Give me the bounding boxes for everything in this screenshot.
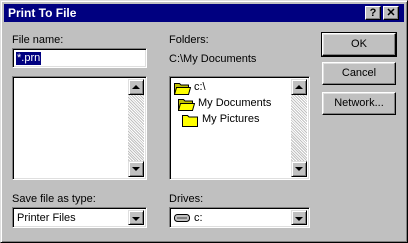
save-type-dropdown[interactable]: Printer Files bbox=[12, 207, 147, 228]
folder-item-label: My Documents bbox=[198, 97, 272, 109]
scroll-down-button[interactable] bbox=[128, 161, 144, 177]
save-type-label: Save file as type: bbox=[12, 193, 96, 205]
current-folder-path: C:\My Documents bbox=[169, 53, 257, 65]
folder-open-icon bbox=[178, 99, 195, 111]
chevron-down-icon bbox=[295, 217, 303, 221]
arrow-up-icon bbox=[295, 85, 303, 89]
drives-dropdown[interactable]: c: bbox=[169, 207, 310, 228]
drives-dropdown-button[interactable] bbox=[291, 210, 307, 225]
save-type-value: Printer Files bbox=[17, 212, 76, 224]
folder-tree-scrollbar[interactable] bbox=[291, 79, 307, 177]
hard-drive-icon bbox=[174, 214, 190, 222]
file-name-value: *.prn bbox=[16, 52, 42, 65]
chevron-down-icon bbox=[132, 217, 140, 221]
arrow-up-icon bbox=[132, 85, 140, 89]
print-to-file-dialog: Print To File ? ✕ File name: *.prn Folde… bbox=[0, 0, 408, 243]
folders-label: Folders: bbox=[169, 34, 209, 46]
help-button[interactable]: ? bbox=[365, 6, 381, 20]
drives-label: Drives: bbox=[169, 193, 204, 205]
network-button[interactable]: Network... bbox=[322, 92, 396, 115]
arrow-down-icon bbox=[295, 167, 303, 171]
scroll-up-button[interactable] bbox=[128, 79, 144, 95]
scroll-down-button[interactable] bbox=[291, 161, 307, 177]
scroll-up-button[interactable] bbox=[291, 79, 307, 95]
close-icon: ✕ bbox=[386, 7, 396, 19]
folder-icon bbox=[182, 115, 198, 127]
title-bar[interactable]: Print To File ? ✕ bbox=[4, 4, 404, 22]
file-list-scrollbar[interactable] bbox=[128, 79, 144, 177]
file-name-input[interactable]: *.prn bbox=[12, 48, 147, 68]
save-type-dropdown-button[interactable] bbox=[128, 210, 144, 225]
folder-tree[interactable]: c:\ My Documents My Pictures bbox=[169, 76, 310, 180]
drives-value: c: bbox=[194, 212, 203, 224]
file-name-label: File name: bbox=[12, 34, 64, 46]
ok-button[interactable]: OK bbox=[321, 32, 397, 57]
cancel-button[interactable]: Cancel bbox=[322, 62, 396, 85]
arrow-down-icon bbox=[132, 167, 140, 171]
folder-item-label: My Pictures bbox=[202, 113, 260, 125]
file-list[interactable] bbox=[12, 76, 147, 180]
folder-open-icon bbox=[174, 83, 191, 95]
close-button[interactable]: ✕ bbox=[383, 6, 399, 20]
folder-item-label: c:\ bbox=[194, 81, 206, 93]
dialog-title: Print To File bbox=[8, 6, 77, 20]
help-icon: ? bbox=[369, 7, 377, 19]
